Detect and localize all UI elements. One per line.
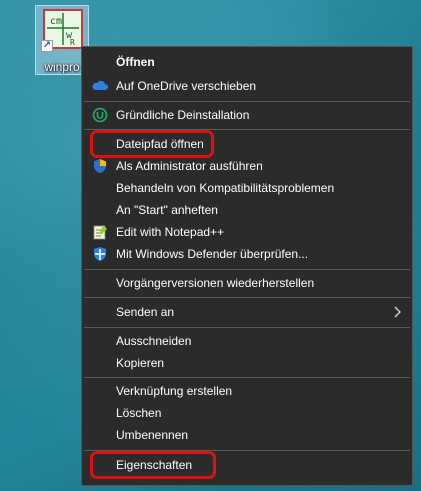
menu-item-pin-to-start[interactable]: An "Start" anheften <box>82 199 412 221</box>
annotation-highlight-open-file-location <box>90 130 214 158</box>
menu-item-label: Senden an <box>116 305 175 319</box>
menu-separator <box>84 377 410 378</box>
menu-separator <box>84 269 410 270</box>
menu-item-label: Mit Windows Defender überprüfen... <box>116 247 309 261</box>
glyph-letter-cm: cm <box>50 16 62 27</box>
menu-item-rename[interactable]: Umbenennen <box>82 424 412 446</box>
menu-item-delete[interactable]: Löschen <box>82 402 412 424</box>
notepadpp-icon <box>92 224 108 240</box>
menu-separator <box>84 327 410 328</box>
menu-item-label: Kopieren <box>116 356 165 370</box>
menu-item-troubleshoot-compatibility[interactable]: Behandeln von Kompatibilitätsproblemen <box>82 177 412 199</box>
glyph-letter-r: R <box>70 38 75 47</box>
menu-item-run-as-admin[interactable]: Als Administrator ausführen <box>82 155 412 177</box>
menu-separator <box>84 101 410 102</box>
menu-item-cut[interactable]: Ausschneiden <box>82 330 412 352</box>
menu-item-label: An "Start" anheften <box>116 203 218 217</box>
menu-item-label: Gründliche Deinstallation <box>116 108 250 122</box>
menu-item-move-to-onedrive[interactable]: Auf OneDrive verschieben <box>82 75 412 97</box>
menu-item-deep-uninstall[interactable]: Gründliche Deinstallation <box>82 104 412 126</box>
context-menu: Öffnen Auf OneDrive verschieben Gründlic… <box>81 46 413 486</box>
menu-separator <box>84 297 410 298</box>
menu-item-label: Öffnen <box>116 55 155 69</box>
menu-item-label: Verknüpfung erstellen <box>116 384 233 398</box>
menu-item-label: Ausschneiden <box>116 334 192 348</box>
menu-item-copy[interactable]: Kopieren <box>82 352 412 374</box>
menu-item-label: Als Administrator ausführen <box>116 159 263 173</box>
menu-item-label: Edit with Notepad++ <box>116 225 225 239</box>
menu-item-send-to[interactable]: Senden an <box>82 301 412 323</box>
menu-item-scan-with-defender[interactable]: Mit Windows Defender überprüfen... <box>82 243 412 265</box>
menu-item-label: Auf OneDrive verschieben <box>116 79 257 93</box>
menu-item-label: Löschen <box>116 406 162 420</box>
chevron-right-icon <box>394 301 402 329</box>
uac-shield-icon <box>92 158 108 174</box>
menu-item-label: Behandeln von Kompatibilitätsproblemen <box>116 181 335 195</box>
annotation-highlight-properties <box>90 451 216 479</box>
onedrive-cloud-icon <box>92 78 108 94</box>
uninstaller-u-icon <box>92 107 108 123</box>
menu-item-open[interactable]: Öffnen <box>82 51 412 73</box>
menu-item-label: Vorgängerversionen wiederherstellen <box>116 276 315 290</box>
menu-item-label: Umbenennen <box>116 428 189 442</box>
defender-icon <box>92 246 108 262</box>
menu-item-create-shortcut[interactable]: Verknüpfung erstellen <box>82 380 412 402</box>
shortcut-arrow-icon: ↗ <box>41 40 53 52</box>
menu-item-restore-previous-versions[interactable]: Vorgängerversionen wiederherstellen <box>82 272 412 294</box>
menu-item-edit-with-notepadpp[interactable]: Edit with Notepad++ <box>82 221 412 243</box>
